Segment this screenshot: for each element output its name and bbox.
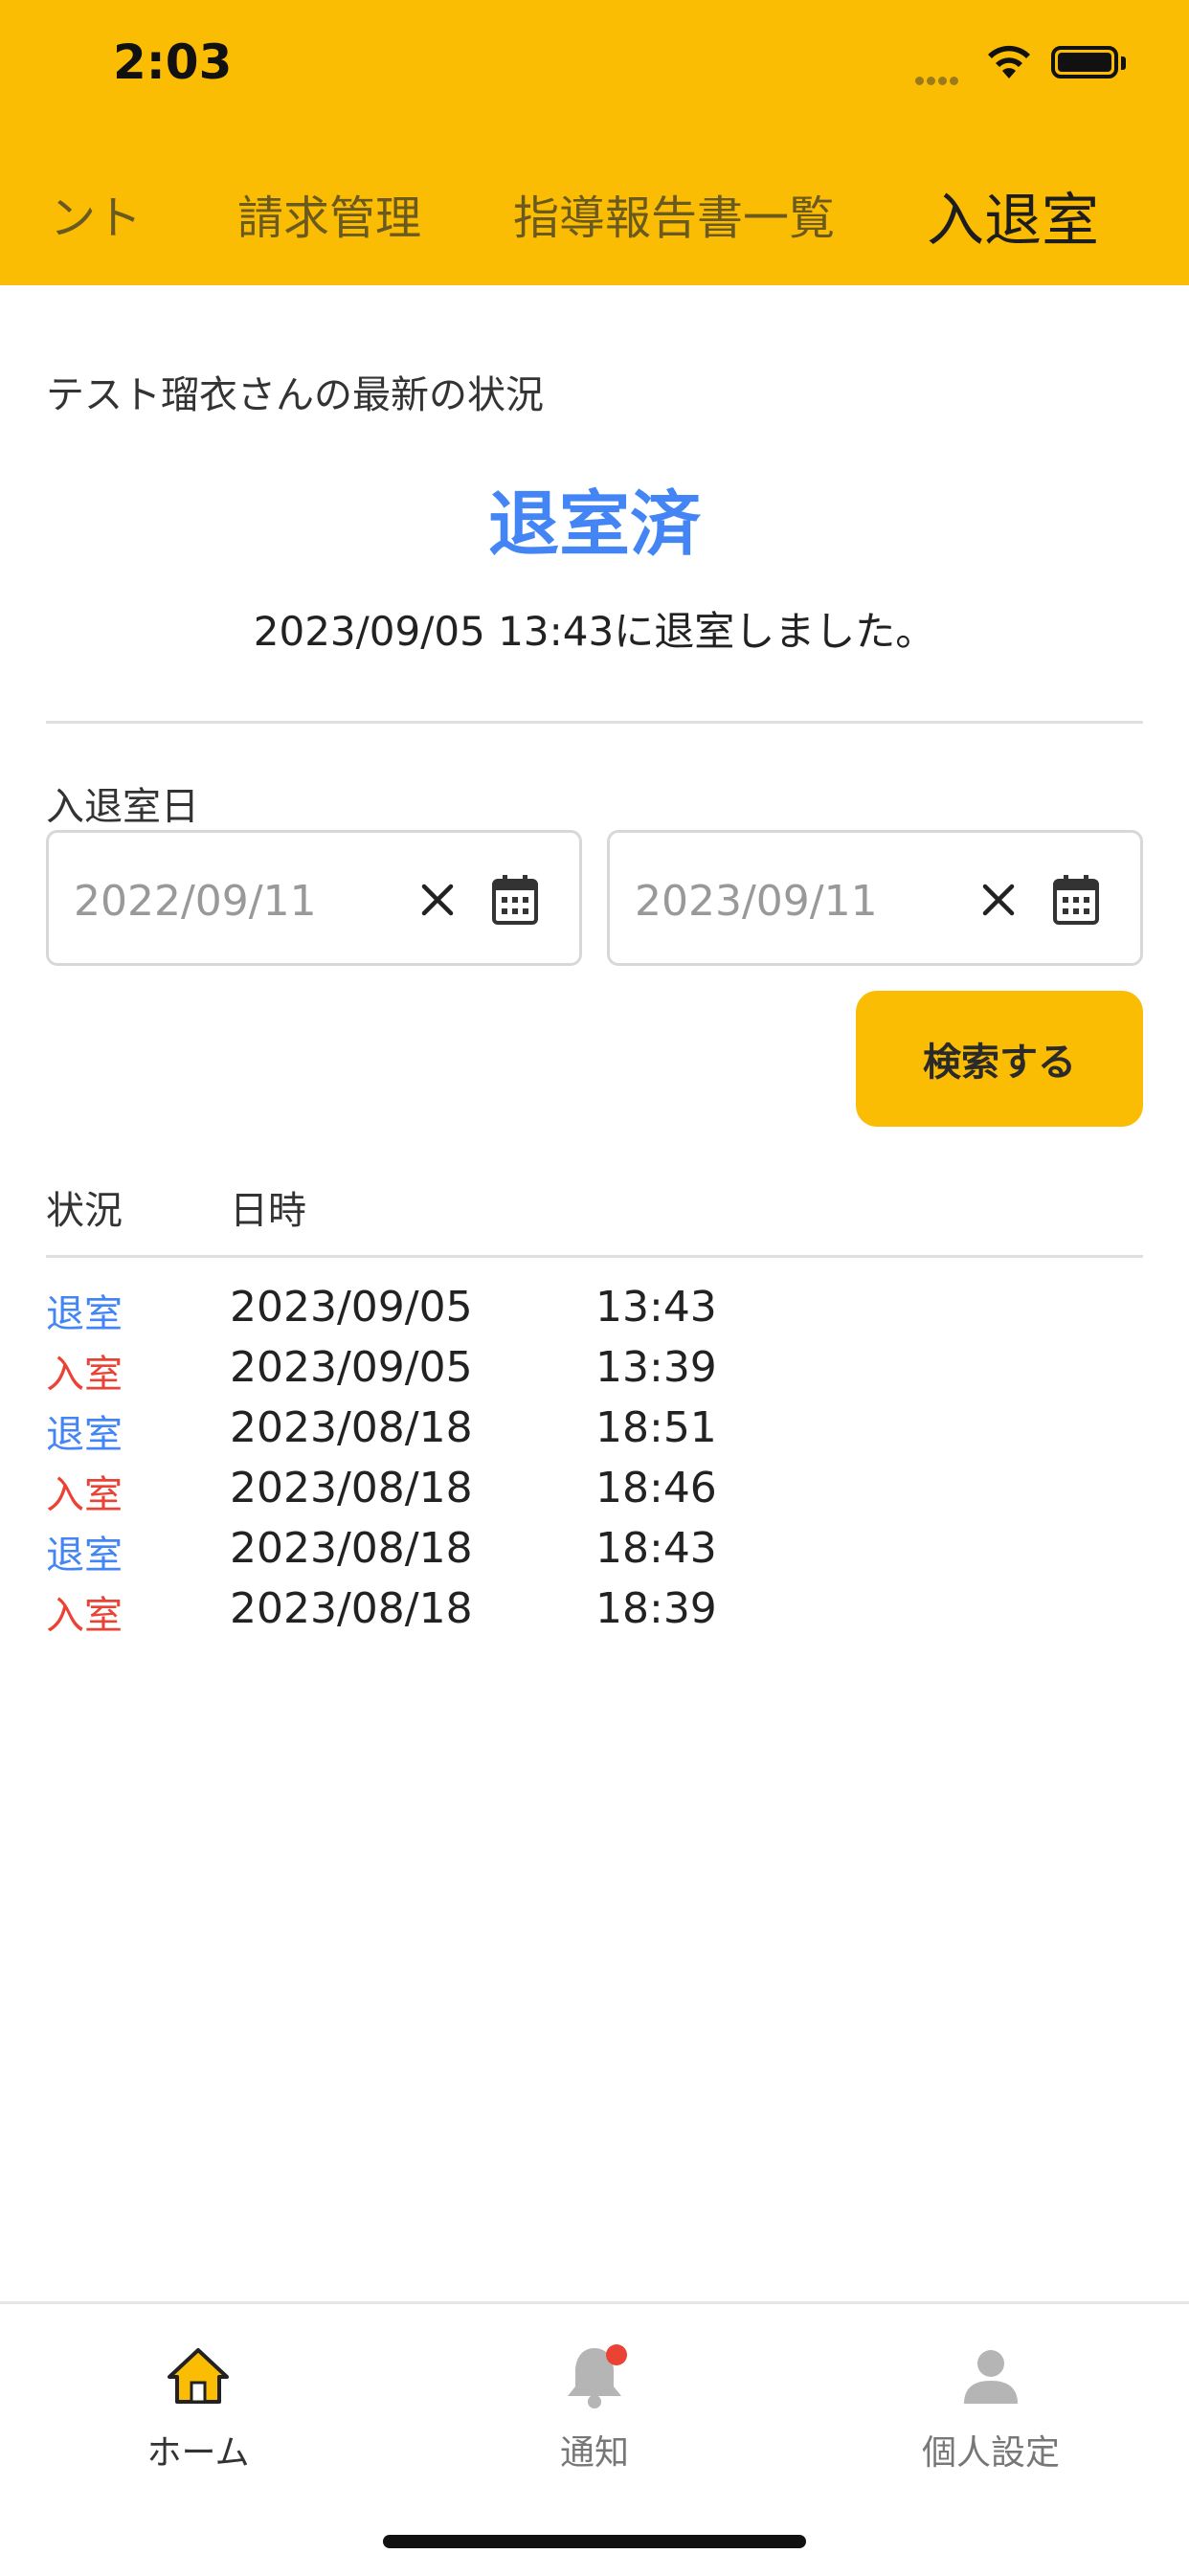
row-time: 18:39 (595, 1584, 717, 1633)
date-to-input[interactable] (633, 869, 953, 932)
notification-badge (606, 2344, 627, 2365)
nav-notifications[interactable]: 通知 (451, 2342, 738, 2475)
nav-personal-settings[interactable]: 個人設定 (847, 2342, 1134, 2475)
row-date: 2023/08/18 (230, 1464, 473, 1512)
latest-status-value: 退室済 (488, 483, 701, 566)
home-indicator[interactable] (383, 2535, 806, 2548)
nav-home-label: ホーム (146, 2433, 250, 2473)
bell-icon (560, 2342, 629, 2411)
table-row: 退室 2023/09/05 13:43 (0, 1283, 1189, 1342)
divider (46, 721, 1143, 724)
row-status: 入室 (46, 1353, 123, 1397)
latest-status-label: テスト瑠衣さんの最新の状況 (46, 373, 544, 417)
nav-notifications-label: 通知 (559, 2433, 629, 2473)
table-row: 入室 2023/08/18 18:39 (0, 1584, 1189, 1644)
app-header: 2:03 ント 請求管理 指導報告書一覧 入退室 (0, 0, 1189, 285)
table-row: 退室 2023/08/18 18:51 (0, 1403, 1189, 1463)
row-time: 18:46 (595, 1464, 717, 1512)
clear-icon[interactable] (976, 877, 1021, 923)
battery-icon (1051, 46, 1118, 78)
row-date: 2023/08/18 (230, 1584, 473, 1633)
row-time: 13:39 (595, 1343, 717, 1392)
latest-status-message: 2023/09/05 13:43に退室しました。 (253, 608, 936, 655)
calendar-icon[interactable] (1050, 873, 1102, 927)
row-status: 入室 (46, 1594, 123, 1638)
table-divider (46, 1255, 1143, 1258)
clear-icon[interactable] (415, 877, 460, 923)
tab-entry-exit[interactable]: 入退室 (927, 174, 1099, 258)
column-header-datetime: 日時 (230, 1189, 306, 1233)
person-icon (964, 2350, 1018, 2404)
table-row: 入室 2023/09/05 13:39 (0, 1343, 1189, 1402)
date-filter-label: 入退室日 (46, 785, 199, 829)
row-status: 入室 (46, 1473, 123, 1517)
tab-event[interactable]: ント (50, 180, 142, 247)
table-row: 退室 2023/08/18 18:43 (0, 1524, 1189, 1583)
row-status: 退室 (46, 1413, 123, 1457)
row-time: 13:43 (595, 1283, 717, 1332)
date-from-input[interactable] (72, 869, 392, 932)
column-header-status: 状況 (46, 1189, 123, 1233)
nav-home[interactable]: ホーム (55, 2342, 342, 2475)
calendar-icon[interactable] (489, 873, 541, 927)
table-row: 入室 2023/08/18 18:46 (0, 1464, 1189, 1523)
tab-billing[interactable]: 請求管理 (237, 180, 421, 247)
row-time: 18:51 (595, 1403, 717, 1452)
row-date: 2023/09/05 (230, 1283, 473, 1332)
status-bar-time: 2:03 (113, 34, 233, 90)
wifi-icon (988, 45, 1030, 78)
row-date: 2023/08/18 (230, 1524, 473, 1573)
nav-personal-settings-label: 個人設定 (921, 2433, 1060, 2473)
row-time: 18:43 (595, 1524, 717, 1573)
date-to-field[interactable] (607, 830, 1143, 966)
tab-guidance-reports[interactable]: 指導報告書一覧 (513, 180, 835, 247)
row-date: 2023/08/18 (230, 1403, 473, 1452)
cellular-signal-icon (915, 71, 961, 89)
date-from-field[interactable] (46, 830, 582, 966)
battery-tip (1121, 56, 1126, 70)
home-icon (168, 2348, 229, 2404)
row-status: 退室 (46, 1292, 123, 1336)
row-date: 2023/09/05 (230, 1343, 473, 1392)
search-button[interactable]: 検索する (856, 991, 1143, 1127)
row-status: 退室 (46, 1534, 123, 1578)
